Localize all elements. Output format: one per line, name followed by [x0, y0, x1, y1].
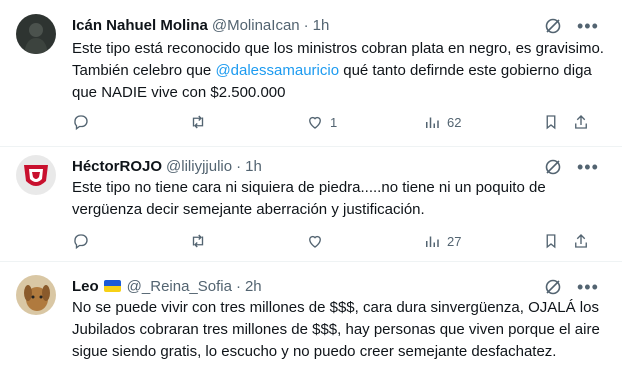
display-name[interactable]: HéctorROJO: [72, 158, 162, 175]
bookmark-button[interactable]: [542, 112, 560, 132]
views-icon: [426, 236, 439, 247]
tweet-top-icons: •••: [543, 16, 599, 36]
like-icon: [309, 116, 321, 129]
like-button[interactable]: [306, 231, 330, 251]
tweet-header: Leo @_Reina_Sofia · 2h: [72, 276, 262, 296]
like-button[interactable]: 1: [306, 112, 337, 132]
views-button[interactable]: 62: [423, 112, 461, 132]
tweet-text: No se puede vivir con tres millones de $…: [72, 299, 600, 360]
separator: ·: [236, 157, 242, 175]
grok-icon[interactable]: [543, 157, 563, 177]
views-button[interactable]: 27: [423, 231, 461, 251]
separator: ·: [303, 16, 309, 34]
action-bar: 27: [72, 231, 592, 251]
tweet-top-icons: •••: [543, 157, 599, 177]
tweet-2[interactable]: HéctorROJO @liliyjjulio · 1h ••• Este ti…: [0, 147, 622, 261]
share-icon: [575, 234, 587, 248]
grok-icon[interactable]: [543, 277, 563, 297]
tweet-top-icons: •••: [543, 277, 599, 297]
views-count: 62: [447, 114, 462, 130]
timestamp[interactable]: 2h: [245, 278, 262, 295]
more-icon[interactable]: •••: [577, 16, 599, 36]
display-name[interactable]: Icán Nahuel Molina: [72, 17, 208, 34]
avatar-image: [16, 14, 56, 54]
display-name[interactable]: Leo: [72, 278, 99, 295]
handle[interactable]: @liliyjjulio: [166, 158, 232, 175]
timestamp[interactable]: 1h: [313, 17, 330, 34]
ukraine-flag-icon: [103, 280, 121, 292]
handle[interactable]: @MolinaIcan: [212, 17, 300, 34]
tweet-header: HéctorROJO @liliyjjulio · 1h: [72, 156, 262, 176]
more-icon[interactable]: •••: [577, 157, 599, 177]
avatar[interactable]: [16, 14, 56, 54]
like-icon: [309, 235, 321, 248]
reply-button[interactable]: [72, 231, 96, 251]
avatar[interactable]: [16, 155, 56, 195]
timestamp[interactable]: 1h: [245, 158, 262, 175]
tweet-header: Icán Nahuel Molina @MolinaIcan · 1h: [72, 15, 329, 35]
tweet-1[interactable]: Icán Nahuel Molina @MolinaIcan · 1h ••• …: [0, 0, 622, 146]
grok-icon[interactable]: [543, 16, 563, 36]
reply-icon: [74, 115, 88, 131]
share-button[interactable]: [572, 231, 590, 251]
reply-icon: [74, 234, 88, 250]
like-count: 1: [330, 114, 338, 130]
bookmark-icon: [546, 234, 556, 249]
tweet-text: Este tipo está reconocido que los minist…: [72, 38, 612, 104]
avatar-image: [16, 155, 56, 195]
views-count: 27: [447, 233, 462, 249]
retweet-button[interactable]: [189, 231, 213, 251]
retweet-icon: [192, 115, 204, 129]
reply-button[interactable]: [72, 112, 96, 132]
tweet-3[interactable]: Leo @_Reina_Sofia · 2h ••• No se puede v…: [0, 262, 622, 382]
handle[interactable]: @_Reina_Sofia: [127, 278, 232, 295]
separator: ·: [235, 277, 241, 295]
views-icon: [426, 117, 439, 128]
more-icon[interactable]: •••: [577, 277, 599, 297]
share-icon: [575, 115, 587, 129]
share-button[interactable]: [572, 112, 590, 132]
avatar-image: [16, 275, 56, 315]
action-bar: 1 62: [72, 112, 592, 132]
mention-link[interactable]: @dalessamauricio: [215, 62, 339, 79]
tweet-text: Este tipo no tiene cara ni siquiera de p…: [72, 179, 546, 218]
bookmark-icon: [546, 115, 556, 130]
bookmark-button[interactable]: [542, 231, 560, 251]
retweet-button[interactable]: [189, 112, 213, 132]
avatar[interactable]: [16, 275, 56, 315]
retweet-icon: [192, 234, 204, 248]
